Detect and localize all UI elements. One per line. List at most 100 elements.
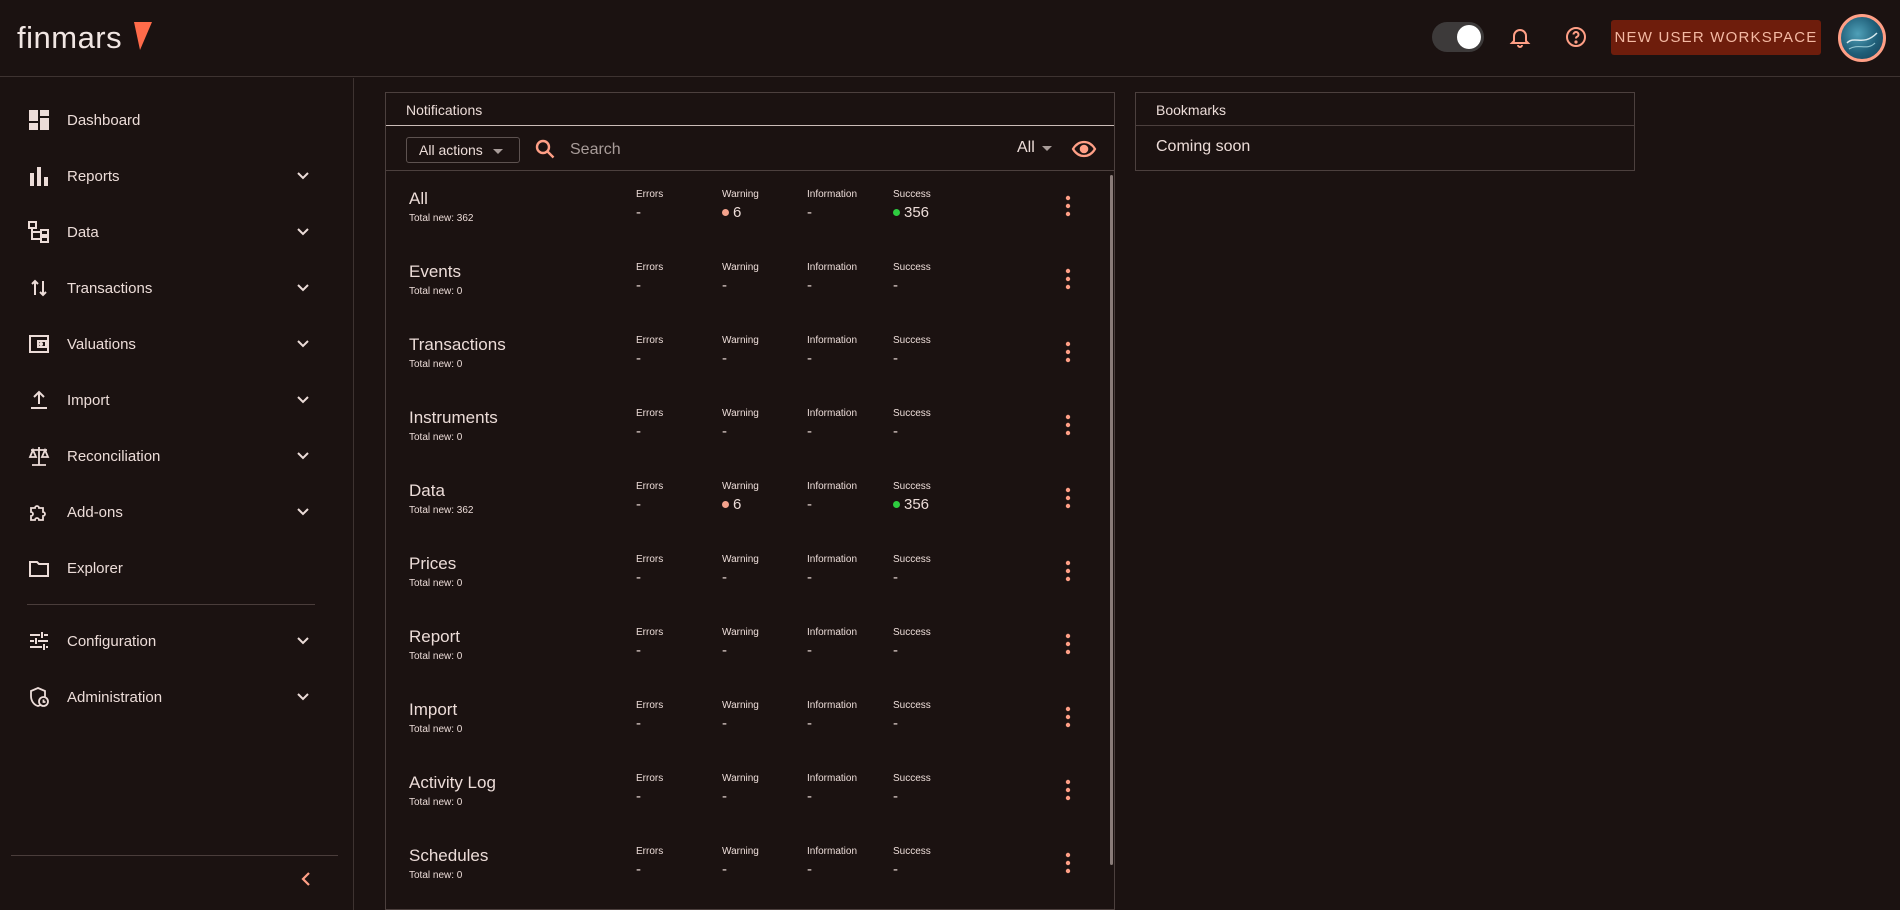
more-vertical-icon[interactable]: [1064, 413, 1072, 437]
chevron-down-icon: [297, 340, 309, 348]
notification-row-total: Total new: 0: [409, 286, 463, 297]
stat-label: Errors: [636, 627, 664, 638]
stat-value: -: [636, 861, 663, 878]
stat-label: Warning: [722, 335, 759, 346]
more-vertical-icon[interactable]: [1064, 559, 1072, 583]
notification-row[interactable]: Activity Log Total new: 0 Errors - Warnin…: [386, 756, 1106, 829]
more-vertical-icon[interactable]: [1064, 851, 1072, 875]
actions-select[interactable]: All actions: [406, 137, 520, 163]
sidebar-item-dashboard[interactable]: Dashboard: [0, 100, 340, 140]
chevron-down-icon: [297, 228, 309, 236]
stat-label: Information: [807, 554, 858, 565]
stat-value-text: 356: [904, 204, 930, 221]
stat-label: Information: [807, 408, 858, 419]
sidebar-item-explorer[interactable]: Explorer: [0, 548, 340, 588]
bell-icon[interactable]: [1506, 23, 1534, 51]
upload-icon: [31, 390, 47, 409]
sidebar-item-reconciliation[interactable]: Reconciliation: [0, 436, 340, 476]
notification-row[interactable]: Instruments Total new: 0 Errors - Warning…: [386, 391, 1106, 464]
stat-information: Information -: [807, 846, 857, 878]
more-vertical-icon[interactable]: [1064, 486, 1072, 510]
filter-select[interactable]: All: [1017, 139, 1035, 157]
stat-value: -: [807, 569, 857, 586]
stat-value-text: -: [893, 277, 898, 294]
stat-value: -: [636, 642, 663, 659]
stat-value-text: -: [893, 715, 898, 732]
logo[interactable]: finmars: [17, 20, 122, 56]
scrollbar[interactable]: [1110, 175, 1113, 865]
more-vertical-icon[interactable]: [1064, 632, 1072, 656]
stat-label: Errors: [636, 773, 664, 784]
notification-row-total: Total new: 362: [409, 213, 474, 224]
stat-value-text: 356: [904, 496, 930, 513]
stat-errors: Errors -: [636, 262, 663, 294]
notification-row[interactable]: Import Total new: 0 Errors - Warning - In…: [386, 683, 1106, 756]
avatar[interactable]: [1838, 14, 1886, 62]
notification-row[interactable]: Report Total new: 0 Errors - Warning - In…: [386, 610, 1106, 683]
stat-label: Errors: [636, 189, 664, 200]
stat-label: Errors: [636, 481, 664, 492]
stat-value: -: [636, 350, 663, 367]
sidebar-item-add-ons[interactable]: Add-ons: [0, 492, 340, 532]
stat-success: Success -: [893, 773, 931, 805]
stat-information: Information -: [807, 554, 857, 586]
sidebar-item-transactions[interactable]: Transactions: [0, 268, 340, 308]
sidebar-item-valuations[interactable]: Valuations: [0, 324, 340, 364]
caret-down-icon: [493, 149, 503, 154]
stat-value-text: -: [636, 277, 641, 294]
stat-value: -: [807, 788, 857, 805]
stat-label: Success: [893, 627, 931, 638]
notification-row[interactable]: Events Total new: 0 Errors - Warning - In…: [386, 245, 1106, 318]
stat-value: -: [807, 715, 857, 732]
stat-value: -: [722, 569, 759, 586]
bookmarks-panel: Bookmarks Coming soon: [1135, 92, 1635, 171]
stat-value-text: -: [807, 423, 812, 440]
stat-value: -: [722, 861, 759, 878]
notification-row[interactable]: Prices Total new: 0 Errors - Warning - In…: [386, 537, 1106, 610]
notification-row[interactable]: All Total new: 362 Errors - Warning 6 Inf…: [386, 172, 1106, 245]
chevron-down-icon: [297, 452, 309, 460]
stat-information: Information -: [807, 481, 857, 513]
sidebar: Dashboard Reports Data Transactions Valu…: [0, 78, 354, 910]
more-vertical-icon[interactable]: [1064, 705, 1072, 729]
stat-success: Success -: [893, 700, 931, 732]
more-vertical-icon[interactable]: [1064, 267, 1072, 291]
folder-icon: [29, 561, 49, 577]
more-vertical-icon[interactable]: [1064, 194, 1072, 218]
sidebar-item-data[interactable]: Data: [0, 212, 340, 252]
more-vertical-icon[interactable]: [1064, 778, 1072, 802]
stat-errors: Errors -: [636, 335, 663, 367]
collapse-sidebar-icon[interactable]: [296, 869, 316, 889]
notification-row[interactable]: Schedules Total new: 0 Errors - Warning -…: [386, 829, 1106, 902]
stat-value: -: [722, 277, 759, 294]
notification-row[interactable]: Data Total new: 362 Errors - Warning 6 In…: [386, 464, 1106, 537]
sidebar-item-label: Reconciliation: [67, 447, 161, 465]
help-icon[interactable]: [1562, 23, 1590, 51]
more-vertical-icon[interactable]: [1064, 340, 1072, 364]
search-input[interactable]: [570, 137, 870, 163]
eye-icon[interactable]: [1071, 138, 1097, 160]
stat-value-text: -: [636, 788, 641, 805]
sidebar-item-label: Reports: [67, 167, 120, 185]
stat-information: Information -: [807, 773, 857, 805]
theme-toggle[interactable]: [1432, 22, 1484, 52]
notification-row-title: Instruments: [409, 408, 498, 427]
sidebar-item-reports[interactable]: Reports: [0, 156, 340, 196]
stat-value: -: [722, 788, 759, 805]
stat-value: -: [893, 277, 931, 294]
sidebar-item-administration[interactable]: Administration: [0, 677, 340, 717]
stat-value-text: -: [807, 496, 812, 513]
stat-warning: Warning -: [722, 700, 759, 732]
sidebar-footer-divider: [11, 855, 338, 856]
stat-warning: Warning -: [722, 773, 759, 805]
sidebar-item-label: Transactions: [67, 279, 153, 297]
new-workspace-button[interactable]: NEW USER WORKSPACE: [1611, 20, 1821, 55]
stat-value-text: -: [636, 715, 641, 732]
stat-label: Information: [807, 627, 858, 638]
stat-value-text: -: [722, 277, 727, 294]
notification-row[interactable]: Transactions Total new: 0 Errors - Warnin…: [386, 318, 1106, 391]
stat-label: Information: [807, 335, 858, 346]
sidebar-item-configuration[interactable]: Configuration: [0, 621, 340, 661]
sidebar-item-import[interactable]: Import: [0, 380, 340, 420]
stat-errors: Errors -: [636, 554, 663, 586]
